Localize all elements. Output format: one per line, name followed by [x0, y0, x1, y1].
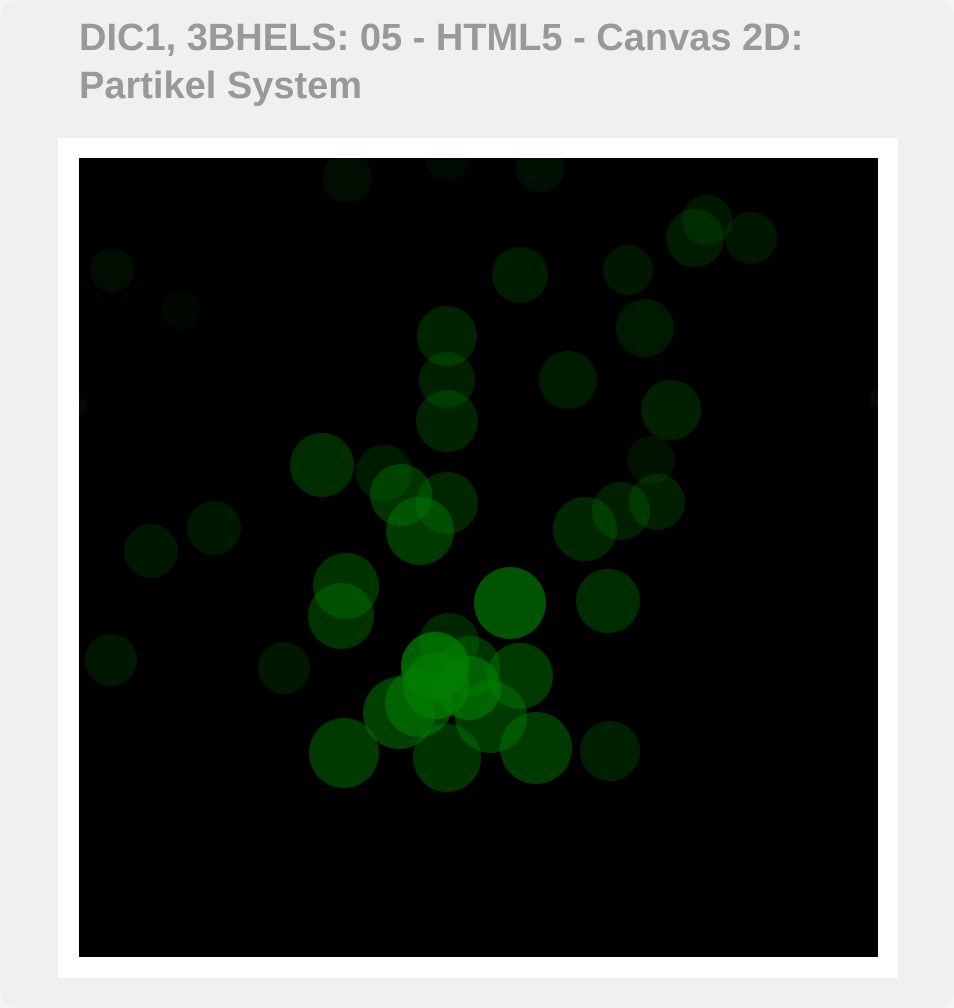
- particle: [500, 712, 572, 784]
- particle: [425, 158, 469, 180]
- particle: [161, 291, 199, 329]
- particle: [725, 212, 777, 264]
- page-panel: DIC1, 3BHELS: 05 - HTML5 - Canvas 2D: Pa…: [0, 0, 954, 1008]
- particle: [474, 567, 546, 639]
- particle: [416, 390, 478, 452]
- particle-layer: [79, 158, 878, 792]
- particle: [413, 724, 481, 792]
- particle: [90, 248, 134, 292]
- particle: [309, 718, 379, 788]
- particle: [539, 351, 597, 409]
- particle: [603, 245, 653, 295]
- particle: [616, 299, 674, 357]
- particle: [79, 398, 87, 414]
- particle: [322, 158, 372, 203]
- particle: [516, 158, 564, 192]
- page-title: DIC1, 3BHELS: 05 - HTML5 - Canvas 2D: Pa…: [79, 17, 804, 107]
- particle: [308, 583, 374, 649]
- particle-canvas[interactable]: [79, 158, 878, 957]
- particle: [666, 209, 724, 267]
- particle: [124, 524, 178, 578]
- particle: [258, 642, 310, 694]
- particle: [386, 497, 454, 565]
- particle: [187, 501, 241, 555]
- particle: [869, 388, 878, 408]
- particle: [576, 569, 640, 633]
- particle: [553, 497, 617, 561]
- particle: [641, 380, 701, 440]
- particle: [85, 634, 137, 686]
- particle: [492, 247, 548, 303]
- particle: [580, 721, 640, 781]
- particle: [403, 653, 469, 719]
- particle: [290, 433, 354, 497]
